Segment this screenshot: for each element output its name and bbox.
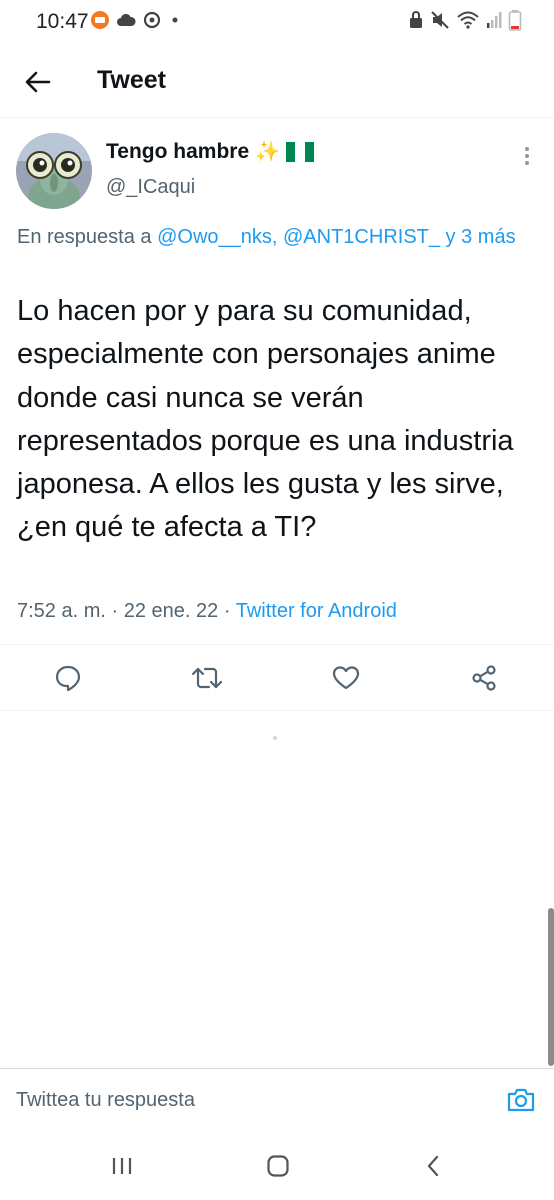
reply-icon	[55, 665, 81, 692]
sync-icon	[142, 10, 162, 35]
wifi-icon	[456, 10, 480, 35]
status-left-icons	[90, 10, 182, 34]
status-right-icons	[408, 9, 522, 36]
reply-context: En respuesta a @Owo__nks, @ANT1CHRIST_ y…	[17, 222, 532, 252]
camera-icon	[507, 1088, 535, 1112]
more-options-button[interactable]	[512, 140, 542, 172]
reply-composer	[0, 1068, 554, 1130]
retweet-icon	[191, 667, 223, 689]
tweet-time: 7:52 a. m.	[17, 600, 106, 622]
sparkles-icon: ✨	[255, 141, 281, 163]
status-bar: 10:47	[0, 0, 554, 44]
nigeria-flag-icon	[286, 142, 315, 162]
tweet-text: Lo hacen por y para su comunidad, especi…	[17, 295, 514, 544]
tweet-date: 22 ene. 22	[123, 600, 219, 622]
meta-separator: ·	[223, 600, 231, 622]
status-time: 10:47	[36, 10, 89, 33]
mute-icon	[430, 10, 450, 35]
recents-icon	[112, 1158, 132, 1174]
battery-icon	[508, 9, 522, 36]
reply-context-prefix: En respuesta a	[17, 226, 152, 248]
avatar[interactable]	[16, 133, 92, 209]
cloud-icon	[116, 12, 136, 33]
reply-mentions[interactable]: @Owo__nks, @ANT1CHRIST_ y 3 más	[157, 226, 515, 248]
scrollbar[interactable]	[548, 908, 554, 1066]
like-button[interactable]	[328, 660, 364, 696]
share-button[interactable]	[466, 660, 502, 696]
like-icon	[332, 666, 360, 690]
home-button[interactable]	[258, 1148, 298, 1184]
divider	[0, 644, 554, 645]
recents-button[interactable]	[102, 1148, 142, 1184]
home-icon	[267, 1155, 289, 1177]
tweet-source-link[interactable]: Twitter for Android	[236, 600, 397, 622]
more-vertical-icon	[525, 147, 529, 165]
loading-indicator	[273, 736, 277, 740]
system-nav-bar	[0, 1132, 554, 1200]
app-notification-icon	[90, 10, 110, 35]
author-handle[interactable]: @_ICaqui	[106, 176, 195, 199]
divider	[0, 710, 554, 711]
lock-icon	[408, 10, 424, 35]
display-name: Tengo hambre	[106, 140, 250, 163]
system-back-button[interactable]	[413, 1148, 453, 1184]
arrow-left-icon	[25, 71, 51, 93]
retweet-button[interactable]	[189, 660, 225, 696]
reply-button[interactable]	[50, 660, 86, 696]
author-name-row[interactable]: Tengo hambre ✨	[106, 140, 315, 164]
meta-separator: ·	[111, 600, 119, 622]
tweet-action-bar	[0, 656, 554, 700]
camera-button[interactable]	[503, 1084, 539, 1116]
back-button[interactable]	[18, 62, 58, 102]
page-title: Tweet	[97, 66, 166, 94]
share-icon	[472, 665, 496, 691]
tweet-meta: 7:52 a. m. · 22 ene. 22 · Twitter for An…	[17, 600, 397, 623]
reply-input[interactable]	[16, 1083, 486, 1117]
top-app-bar: Tweet	[0, 44, 554, 118]
signal-icon	[486, 11, 502, 34]
dot-icon	[168, 13, 182, 32]
back-icon	[427, 1155, 439, 1177]
